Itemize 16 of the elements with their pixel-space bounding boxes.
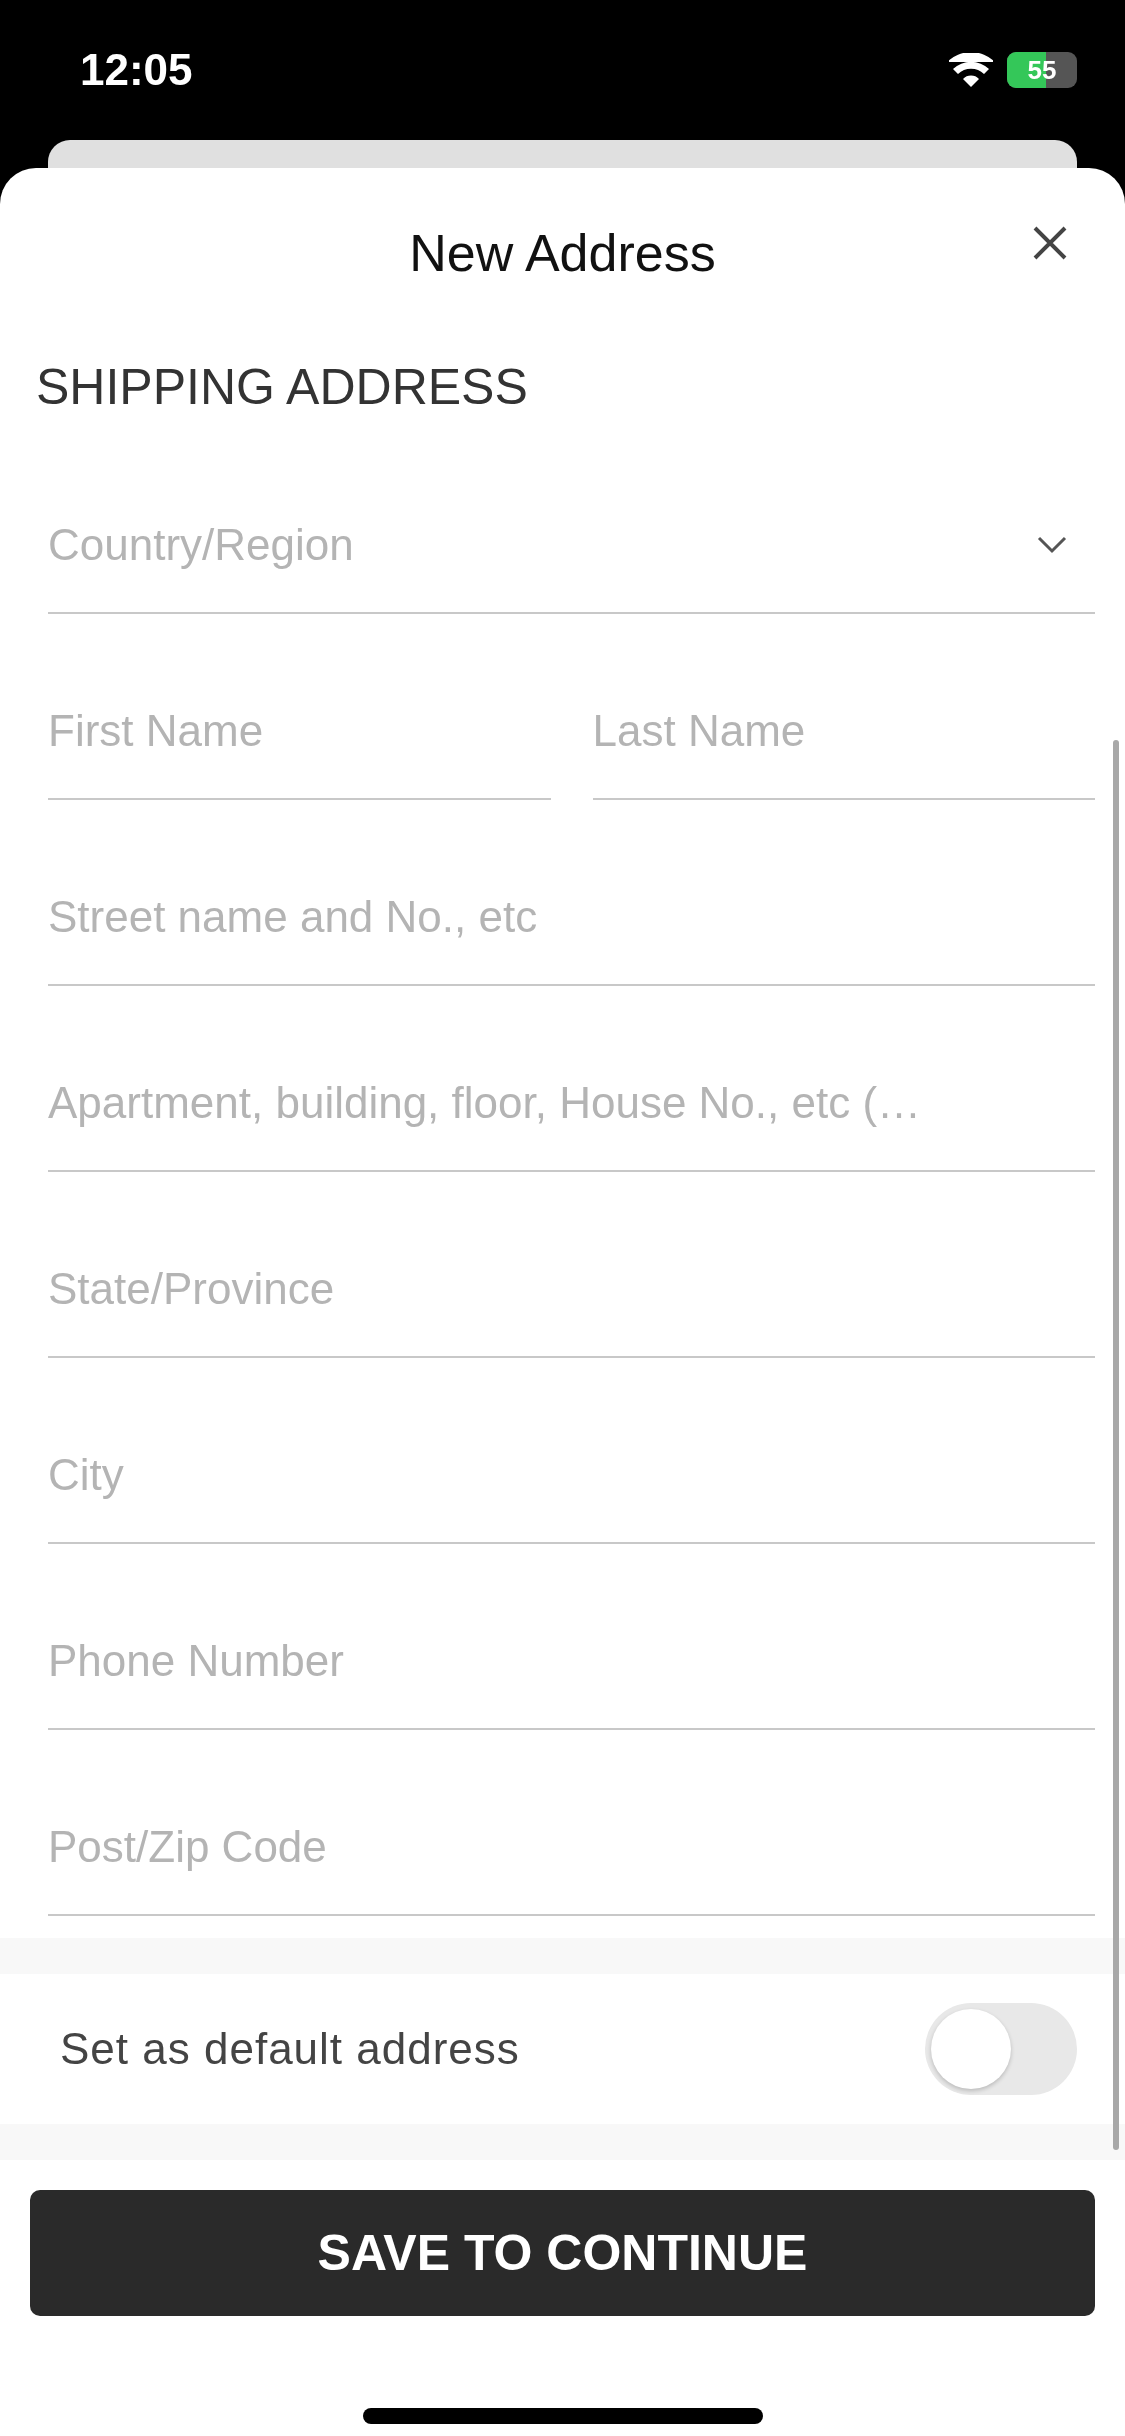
input-field[interactable]: State/Province (48, 1264, 1095, 1314)
input-field[interactable]: Last Name (592, 706, 1095, 756)
save-button[interactable]: SAVE TO CONTINUE (30, 2190, 1095, 2316)
section-heading: SHIPPING ADDRESS (36, 359, 528, 415)
input-field[interactable]: Post/Zip Code (48, 1822, 1095, 1872)
input-field[interactable]: City (48, 1450, 1095, 1500)
sheet-title: New Address (409, 223, 716, 283)
default-address-label: Set as default address (60, 2024, 520, 2074)
input-field[interactable]: First Name (48, 706, 551, 756)
input-field[interactable]: Apartment, building, floor, House No., etc (… (48, 1078, 1095, 1128)
chevron-down-icon (1037, 536, 1067, 554)
status-time: 12:05 (80, 45, 193, 95)
input-field[interactable]: Street name and No., etc (48, 892, 1095, 942)
country-select[interactable]: Country/Region (48, 520, 1037, 570)
wifi-icon (949, 53, 993, 87)
input-field[interactable]: Phone Number (48, 1636, 1095, 1686)
